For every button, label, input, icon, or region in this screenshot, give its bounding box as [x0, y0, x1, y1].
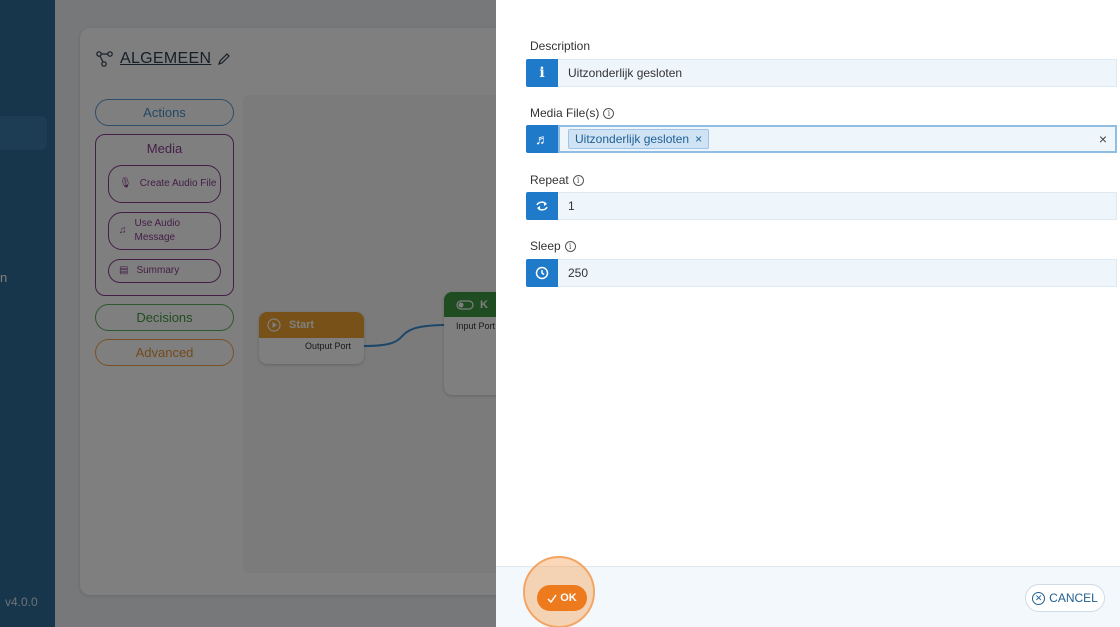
music-note-icon: ♬ — [526, 125, 558, 153]
media-settings-panel: Description i Uitzonderlijk gesloten Med… — [496, 0, 1120, 627]
sleep-label: Sleep i — [530, 239, 576, 253]
clear-selection-icon[interactable]: × — [1099, 131, 1107, 147]
sleep-field: 250 — [526, 259, 1117, 287]
repeat-input[interactable]: 1 — [558, 192, 1117, 220]
check-icon — [547, 594, 557, 603]
repeat-field: 1 — [526, 192, 1117, 220]
sleep-input[interactable]: 250 — [558, 259, 1117, 287]
media-file-chip-label: Uitzonderlijk gesloten — [575, 132, 690, 146]
sleep-label-text: Sleep — [530, 239, 561, 253]
repeat-icon — [526, 192, 558, 220]
close-circle-icon: ✕ — [1032, 591, 1046, 605]
media-files-select[interactable]: Uitzonderlijk gesloten × × — [558, 125, 1117, 153]
description-input[interactable]: Uitzonderlijk gesloten — [558, 59, 1117, 87]
description-label-text: Description — [530, 39, 591, 53]
info-circle-icon[interactable]: i — [572, 174, 584, 186]
panel-footer: OK ✕ CANCEL — [496, 556, 1120, 627]
media-files-field: ♬ Uitzonderlijk gesloten × × — [526, 125, 1117, 153]
cancel-button-label: CANCEL — [1049, 591, 1098, 605]
description-field: i Uitzonderlijk gesloten — [526, 59, 1117, 87]
chip-remove-icon[interactable]: × — [695, 132, 702, 146]
info-circle-icon[interactable]: i — [603, 107, 615, 119]
repeat-label: Repeat i — [530, 173, 584, 187]
repeat-label-text: Repeat — [530, 173, 569, 187]
info-circle-icon[interactable]: i — [564, 240, 576, 252]
description-label: Description — [530, 39, 590, 53]
media-files-label: Media File(s) i — [530, 106, 615, 120]
clock-icon — [526, 259, 558, 287]
ok-button-label: OK — [560, 592, 577, 604]
media-file-chip: Uitzonderlijk gesloten × — [568, 129, 710, 149]
ok-button[interactable]: OK — [537, 585, 587, 611]
info-icon: i — [526, 59, 558, 87]
media-files-label-text: Media File(s) — [530, 106, 600, 120]
cancel-button[interactable]: ✕ CANCEL — [1025, 584, 1105, 612]
